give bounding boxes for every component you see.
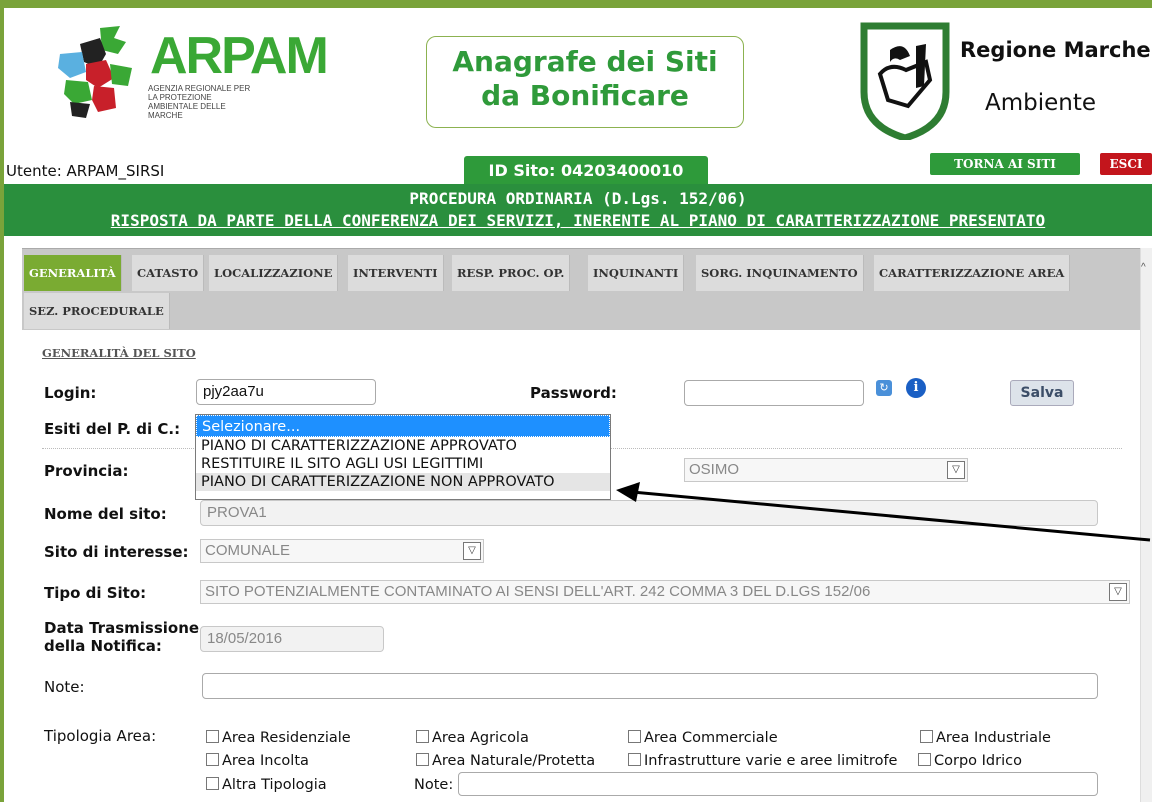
procedure-banner: PROCEDURA ORDINARIA (D.Lgs. 152/06) RISP…	[4, 184, 1152, 236]
checkbox-box[interactable]	[628, 753, 641, 766]
checkbox-label: Altra Tipologia	[222, 777, 327, 793]
checkbox-label: Area Naturale/Protetta	[432, 753, 596, 769]
provincia-label: Provincia:	[44, 462, 129, 480]
chevron-down-icon: ▽	[947, 461, 965, 479]
password-label: Password:	[530, 384, 617, 402]
tipologia-area-label: Tipologia Area:	[44, 727, 157, 745]
regione-marche-emblem-icon	[860, 22, 950, 140]
data-trasmissione-label: Data Trasmissione della Notifica:	[44, 619, 199, 655]
password-input[interactable]	[684, 380, 864, 406]
checkbox-box[interactable]	[920, 730, 933, 743]
arpam-subtitle: AGENZIA REGIONALE PER LA PROTEZIONE AMBI…	[148, 84, 251, 120]
sito-interesse-select[interactable]: COMUNALE ▽	[200, 539, 484, 563]
login-label: Login:	[44, 384, 97, 402]
checkbox-label: Corpo Idrico	[934, 753, 1022, 769]
current-user-label: Utente: ARPAM_SIRSI	[6, 162, 165, 180]
tipo-sito-select[interactable]: SITO POTENZIALMENTE CONTAMINATO AI SENSI…	[200, 580, 1130, 604]
esiti-option-approvato[interactable]: PIANO DI CARATTERIZZAZIONE APPROVATO	[196, 437, 610, 455]
checkbox-area-incolta[interactable]: Area Incolta	[206, 753, 309, 769]
nome-sito-label: Nome del sito:	[44, 505, 167, 523]
page-title-box: Anagrafe dei Siti da Bonificare	[426, 36, 744, 128]
checkbox-corpo-idrico[interactable]: Corpo Idrico	[918, 753, 1022, 769]
esiti-option-non-approvato[interactable]: PIANO DI CARATTERIZZAZIONE NON APPROVATO	[196, 473, 610, 491]
sito-interesse-value: COMUNALE	[205, 542, 291, 559]
checkbox-area-residenziale[interactable]: Area Residenziale	[206, 730, 351, 746]
tab-bar: GENERALITÀ CATASTO LOCALIZZAZIONE INTERV…	[22, 248, 1152, 330]
tipologia-note-label: Note:	[414, 777, 454, 793]
data-trasmissione-label-line2: della Notifica:	[44, 637, 162, 655]
checkbox-box[interactable]	[206, 730, 219, 743]
sito-interesse-label: Sito di interesse:	[44, 543, 189, 561]
tab-interventi[interactable]: INTERVENTI	[348, 255, 444, 291]
procedure-title: PROCEDURA ORDINARIA (D.Lgs. 152/06)	[409, 189, 747, 208]
info-icon[interactable]: i	[906, 378, 926, 398]
procedure-subtitle[interactable]: RISPOSTA DA PARTE DELLA CONFERENZA DEI S…	[4, 210, 1152, 232]
page-title-line2: da Bonificare	[481, 79, 689, 112]
data-trasmissione-label-line1: Data Trasmissione	[44, 619, 200, 637]
marche-map-icon	[58, 26, 132, 118]
tipo-sito-value: SITO POTENZIALMENTE CONTAMINATO AI SENSI…	[205, 583, 871, 600]
login-input[interactable]: pjy2aa7u	[196, 379, 376, 405]
checkbox-label: Area Residenziale	[222, 730, 351, 746]
esiti-dropdown-list[interactable]: Selezionare... PIANO DI CARATTERIZZAZION…	[195, 414, 611, 500]
data-trasmissione-input[interactable]: 18/05/2016	[200, 626, 384, 652]
tab-resp-proc-op[interactable]: RESP. PROC. OP.	[452, 255, 571, 291]
arpam-logo-text: ARPAM	[150, 27, 329, 85]
scroll-up-icon[interactable]: ^	[1141, 262, 1146, 273]
site-id-badge: ID Sito: 04203400010	[464, 156, 708, 184]
logout-button[interactable]: ESCI	[1100, 153, 1152, 175]
regione-name: Regione Marche	[960, 38, 1151, 62]
checkbox-altra-tipologia[interactable]: Altra Tipologia	[206, 777, 327, 793]
tab-caratterizzazione-area[interactable]: CARATTERIZZAZIONE AREA	[874, 255, 1071, 291]
chevron-down-icon: ▽	[463, 542, 481, 560]
checkbox-box[interactable]	[918, 753, 931, 766]
esiti-label: Esiti del P. di C.:	[44, 420, 181, 438]
note-label: Note:	[44, 678, 85, 696]
arpam-logo: ARPAM AGENZIA REGIONALE PER LA PROTEZION…	[40, 24, 329, 154]
checkbox-infrastrutture[interactable]: Infrastrutture varie e aree limitrofe	[628, 753, 897, 769]
refresh-icon[interactable]: ↻	[876, 380, 892, 396]
checkbox-label: Infrastrutture varie e aree limitrofe	[644, 753, 898, 769]
checkbox-box[interactable]	[628, 730, 641, 743]
section-title: GENERALITÀ DEL SITO	[42, 346, 196, 360]
esiti-option-selezionare[interactable]: Selezionare...	[196, 415, 610, 437]
checkbox-area-industriale[interactable]: Area Industriale	[920, 730, 1051, 746]
tab-catasto[interactable]: CATASTO	[132, 255, 205, 291]
save-button[interactable]: Salva	[1010, 380, 1074, 406]
tab-sorg-inquinamento[interactable]: SORG. INQUINAMENTO	[696, 255, 864, 291]
checkbox-label: Area Commerciale	[644, 730, 778, 746]
comune-select[interactable]: OSIMO ▽	[684, 458, 968, 482]
chevron-down-icon: ▽	[1109, 583, 1127, 601]
checkbox-box[interactable]	[206, 753, 219, 766]
tab-localizzazione[interactable]: LOCALIZZAZIONE	[209, 255, 339, 291]
tipo-sito-label: Tipo di Sito:	[44, 584, 147, 602]
back-to-sites-button[interactable]: TORNA AI SITI	[930, 153, 1080, 175]
checkbox-box[interactable]	[416, 753, 429, 766]
checkbox-label: Area Agricola	[432, 730, 529, 746]
checkbox-area-agricola[interactable]: Area Agricola	[416, 730, 529, 746]
top-accent-line	[0, 0, 1152, 8]
esiti-option-restituire[interactable]: RESTITUIRE IL SITO AGLI USI LEGITTIMI	[196, 455, 610, 473]
regione-subtitle: Ambiente	[985, 90, 1097, 116]
checkbox-label: Area Industriale	[936, 730, 1051, 746]
tab-sez-procedurale[interactable]: SEZ. PROCEDURALE	[24, 293, 170, 329]
note-input[interactable]	[202, 673, 1098, 699]
checkbox-area-commerciale[interactable]: Area Commerciale	[628, 730, 778, 746]
annotation-arrow-icon	[616, 482, 1151, 542]
checkbox-area-naturale[interactable]: Area Naturale/Protetta	[416, 753, 595, 769]
checkbox-label: Area Incolta	[222, 753, 309, 769]
comune-select-value: OSIMO	[689, 461, 740, 478]
left-accent-line	[0, 0, 4, 802]
checkbox-box[interactable]	[206, 777, 219, 790]
tab-inquinanti[interactable]: INQUINANTI	[588, 255, 685, 291]
checkbox-box[interactable]	[416, 730, 429, 743]
page-title-line1: Anagrafe dei Siti	[452, 45, 718, 78]
tipologia-note-input[interactable]	[458, 772, 1098, 796]
tab-generalita[interactable]: GENERALITÀ	[24, 255, 122, 291]
